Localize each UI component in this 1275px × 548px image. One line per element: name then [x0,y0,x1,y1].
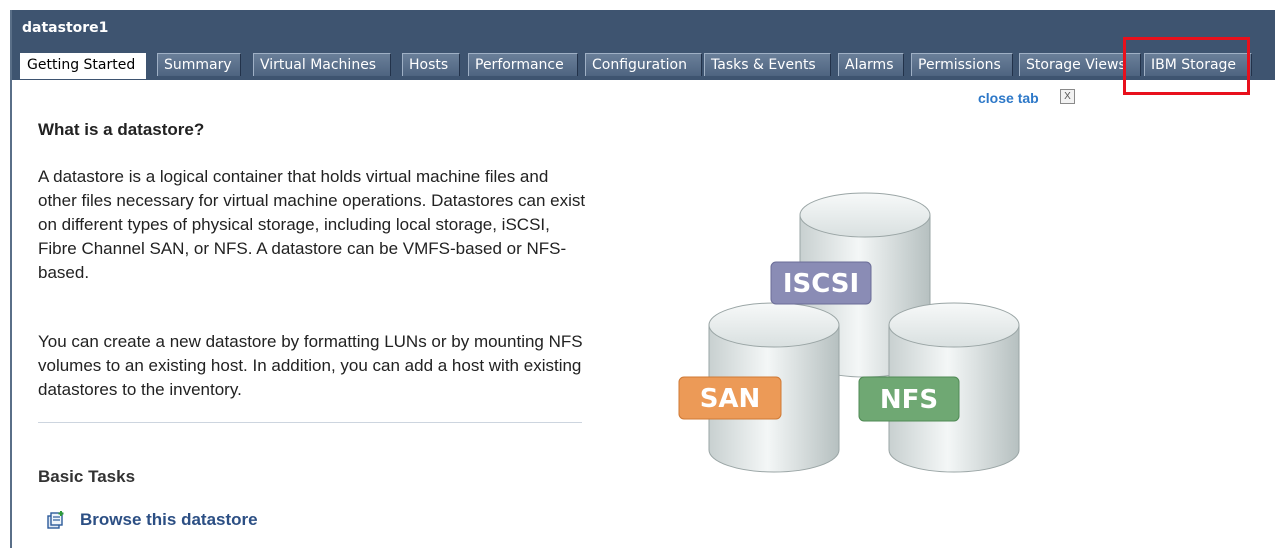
basic-tasks-heading: Basic Tasks [38,467,136,486]
tab-configuration[interactable]: Configuration [585,53,702,76]
tab-hosts[interactable]: Hosts [402,53,460,76]
close-tab-link[interactable]: close tab [978,90,1039,106]
getting-started-panel: close tab X What is a datastore? A datas… [12,80,1275,548]
tab-tasks-events[interactable]: Tasks & Events [704,53,831,76]
tab-getting-started[interactable]: Getting Started [20,53,146,79]
iscsi-badge: ISCSI [770,261,872,305]
browse-datastore-link[interactable]: Browse this datastore [46,508,258,532]
browse-datastore-icon [47,511,64,529]
ibm-storage-tab-highlight [1123,37,1250,95]
close-icon[interactable]: X [1060,89,1075,104]
tab-permissions[interactable]: Permissions [911,53,1013,76]
section-divider [38,422,582,423]
san-badge: SAN [678,376,782,420]
tab-summary[interactable]: Summary [157,53,241,76]
nfs-label: NFS [880,385,938,415]
tab-bar: Getting Started Summary Virtual Machines… [20,53,1270,79]
window-title: datastore1 [22,20,109,36]
tab-performance[interactable]: Performance [468,53,578,76]
datastore-types-illustration: ISCSI SAN NFS [678,192,1020,473]
intro-heading: What is a datastore? [38,120,205,139]
san-label: SAN [700,384,761,414]
tab-virtual-machines[interactable]: Virtual Machines [253,53,391,76]
datastore-window: datastore1 Getting Started Summary Virtu… [10,10,1275,548]
nfs-badge: NFS [858,376,960,422]
iscsi-label: ISCSI [783,269,859,299]
tab-alarms[interactable]: Alarms [838,53,904,76]
intro-paragraph-2: You can create a new datastore by format… [38,332,583,399]
window-header: datastore1 Getting Started Summary Virtu… [12,10,1275,90]
intro-paragraph-1: A datastore is a logical container that … [38,167,586,282]
browse-datastore-label: Browse this datastore [80,510,258,529]
